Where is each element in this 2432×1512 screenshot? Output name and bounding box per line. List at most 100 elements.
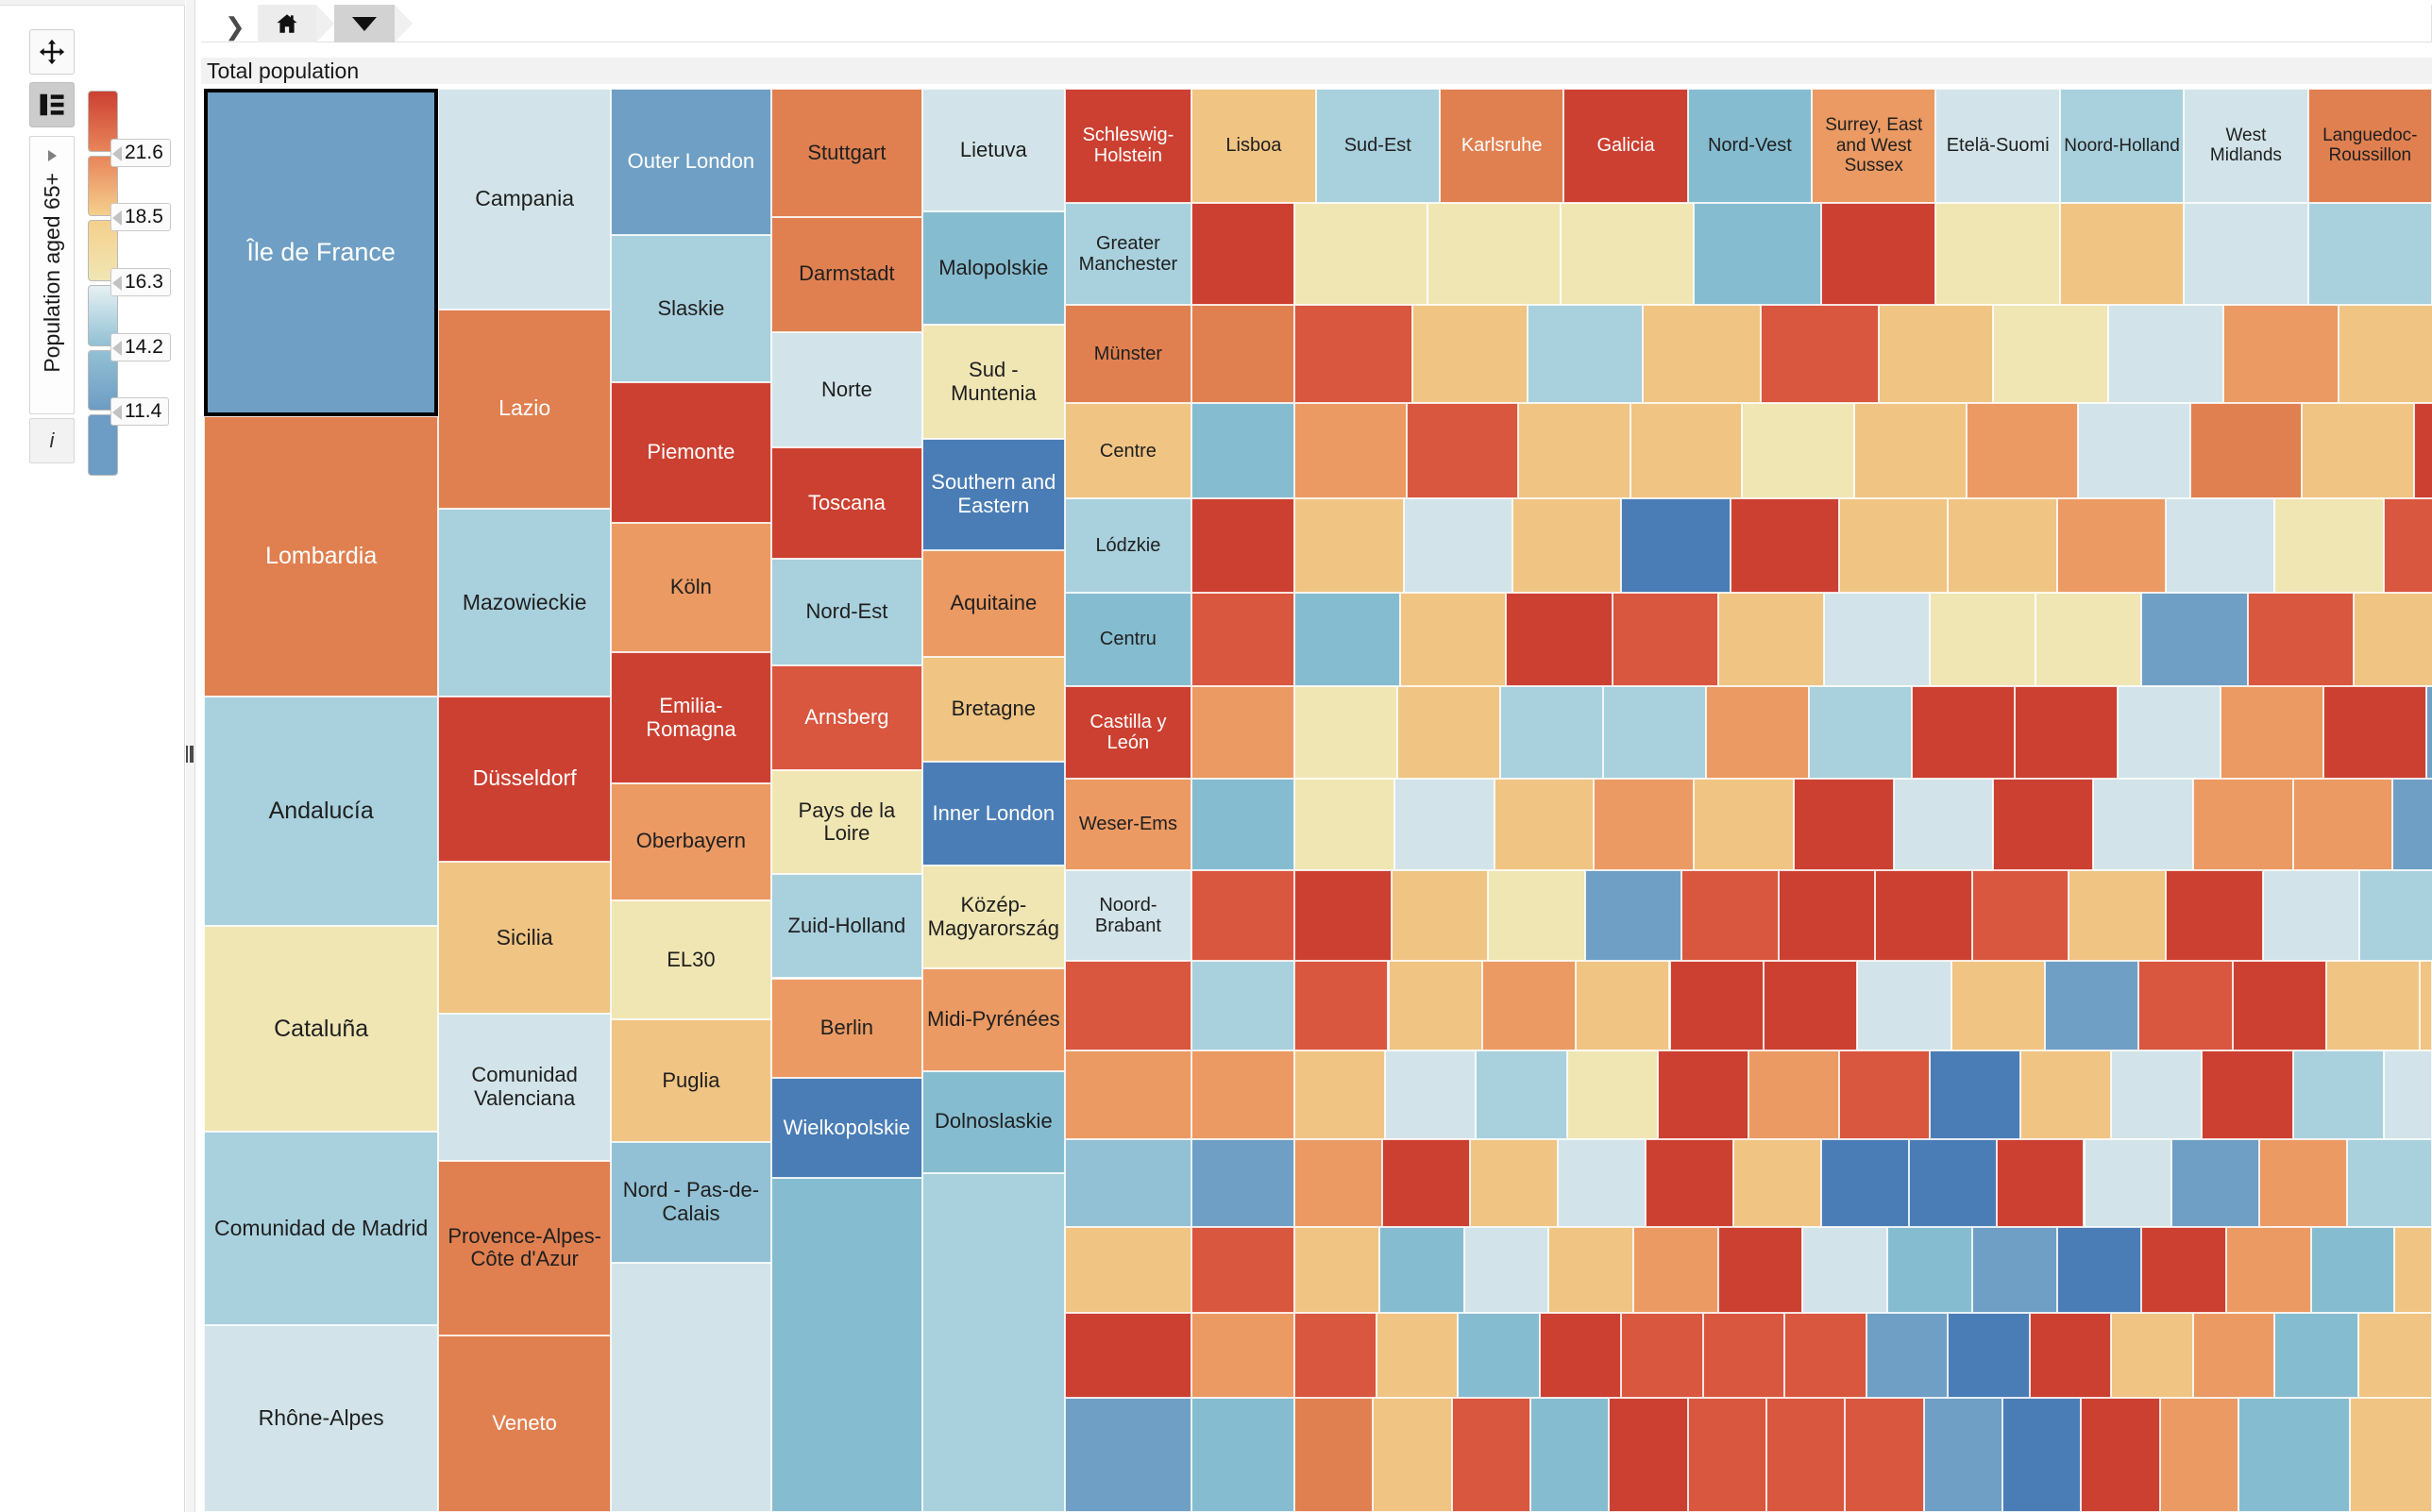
treemap-tile[interactable] xyxy=(1451,1398,1531,1512)
treemap-tile[interactable] xyxy=(2383,498,2432,593)
treemap-tile[interactable] xyxy=(1887,1227,1972,1313)
treemap-tile-wielkopolskie[interactable]: Wielkopolskie xyxy=(770,1078,923,1178)
treemap-tile[interactable] xyxy=(1612,592,1718,687)
expand-chevron-icon[interactable]: ❯ xyxy=(225,12,245,42)
treemap-tile[interactable] xyxy=(1633,1227,1718,1313)
treemap-tile-berlin[interactable]: Berlin xyxy=(770,978,923,1079)
treemap-tile[interactable] xyxy=(1539,1312,1622,1399)
treemap-tile[interactable] xyxy=(1378,1227,1464,1313)
treemap-tile[interactable] xyxy=(2259,1138,2348,1228)
treemap-tile-midi-pyr-n-es[interactable]: Midi-Pyrénées xyxy=(922,967,1065,1071)
treemap-tile[interactable] xyxy=(1488,869,1585,962)
treemap-tile[interactable] xyxy=(1191,1050,1295,1139)
breadcrumb-dropdown-button[interactable] xyxy=(334,5,413,42)
treemap-tile[interactable] xyxy=(2029,1312,2112,1399)
treemap-tile-aquitaine[interactable]: Aquitaine xyxy=(922,549,1065,657)
treemap-tile[interactable] xyxy=(2357,1312,2432,1399)
treemap-tile-sicilia[interactable]: Sicilia xyxy=(438,861,611,1015)
treemap-tile[interactable] xyxy=(1908,1138,1997,1228)
treemap-tile[interactable] xyxy=(1064,1398,1192,1512)
treemap-tile[interactable] xyxy=(1742,403,1854,499)
treemap-tile-k-z-p-magyarorsz-g[interactable]: Közép-Magyarország xyxy=(922,865,1065,968)
treemap-tile[interactable] xyxy=(2111,1050,2203,1139)
treemap-tile[interactable] xyxy=(2238,1398,2350,1512)
treemap-tile[interactable] xyxy=(1458,1312,1540,1399)
treemap-tile-comunidad-valenciana[interactable]: Comunidad Valenciana xyxy=(438,1014,611,1161)
treemap-tile[interactable] xyxy=(2111,1312,2193,1399)
treemap-tile-d-sseldorf[interactable]: Düsseldorf xyxy=(438,696,611,862)
treemap-tile[interactable] xyxy=(1966,403,2079,499)
treemap-tile-zuid-holland[interactable]: Zuid-Holland xyxy=(770,874,923,979)
treemap-tile-piemonte[interactable]: Piemonte xyxy=(610,381,771,523)
treemap-tile[interactable] xyxy=(1382,1138,1470,1228)
treemap-tile[interactable] xyxy=(1748,1050,1839,1139)
treemap-tile[interactable] xyxy=(2347,1138,2432,1228)
treemap-tile[interactable] xyxy=(1669,961,1764,1051)
treemap-tile[interactable] xyxy=(2166,498,2275,593)
treemap-tile[interactable] xyxy=(1191,1227,1295,1313)
legend-tool-button[interactable] xyxy=(29,82,75,127)
treemap-tile-k-ln[interactable]: Köln xyxy=(610,522,771,653)
treemap-tile-l-dzkie[interactable]: Lódzkie xyxy=(1064,498,1192,593)
treemap-tile-pays-de-la-loire[interactable]: Pays de la Loire xyxy=(770,770,923,875)
treemap-tile[interactable] xyxy=(2117,686,2221,780)
treemap-tile[interactable] xyxy=(1621,498,1731,593)
treemap-tile[interactable] xyxy=(2069,869,2166,962)
treemap-tile[interactable] xyxy=(1717,1227,1803,1313)
treemap-tile[interactable] xyxy=(2425,686,2432,780)
treemap-tile[interactable] xyxy=(2001,1398,2082,1512)
treemap-tile[interactable] xyxy=(1576,961,1670,1051)
treemap-tile[interactable] xyxy=(1191,869,1295,962)
treemap-tile[interactable] xyxy=(1403,498,1512,593)
treemap-tile[interactable] xyxy=(1823,592,1931,687)
treemap-tile[interactable] xyxy=(1191,403,1295,499)
treemap-tile[interactable] xyxy=(1971,1227,2057,1313)
treemap-tile[interactable] xyxy=(1808,686,1912,780)
treemap-tile[interactable] xyxy=(1993,305,2109,404)
treemap-tile[interactable] xyxy=(2292,779,2393,870)
treemap-tile[interactable] xyxy=(1191,961,1295,1051)
treemap-tile[interactable] xyxy=(2349,1398,2432,1512)
treemap-tile[interactable] xyxy=(1694,202,1821,306)
treemap-tile[interactable] xyxy=(2262,869,2360,962)
treemap-chart[interactable]: Île de France Lombardia Andalucía Cataluña C… xyxy=(204,89,2432,1512)
treemap-tile[interactable] xyxy=(2383,1050,2432,1139)
treemap-tile[interactable] xyxy=(1191,592,1295,687)
treemap-tile[interactable] xyxy=(1993,779,2094,870)
legend-break-value[interactable]: 18.5 xyxy=(110,203,171,232)
treemap-tile[interactable] xyxy=(1548,1227,1634,1313)
treemap-tile[interactable] xyxy=(1557,1138,1646,1228)
panel-splitter-grip[interactable] xyxy=(186,746,194,763)
treemap-tile[interactable] xyxy=(1866,1312,1949,1399)
treemap-tile-darmstadt[interactable]: Darmstadt xyxy=(770,216,923,332)
treemap-tile[interactable] xyxy=(1911,686,2015,780)
treemap-tile-centre[interactable]: Centre xyxy=(1064,403,1192,499)
treemap-tile[interactable] xyxy=(1923,1398,2002,1512)
treemap-tile[interactable] xyxy=(1566,1050,1658,1139)
treemap-tile[interactable] xyxy=(1064,961,1192,1051)
treemap-tile-west-midlands[interactable]: West Midlands xyxy=(2184,89,2308,203)
treemap-tile[interactable] xyxy=(1191,305,1295,404)
treemap-tile[interactable] xyxy=(2192,779,2293,870)
treemap-tile-inner-london[interactable]: Inner London xyxy=(922,762,1065,866)
treemap-tile[interactable] xyxy=(1294,498,1404,593)
treemap-tile[interactable] xyxy=(1294,869,1392,962)
treemap-tile-slaskie[interactable]: Slaskie xyxy=(610,235,771,382)
treemap-tile[interactable] xyxy=(1294,403,1407,499)
treemap-tile-centru[interactable]: Centru xyxy=(1064,592,1192,687)
treemap-tile-provence-alpes-c-te-d-azur[interactable]: Provence-Alpes-Côte d'Azur xyxy=(438,1160,611,1336)
treemap-tile[interactable] xyxy=(1935,202,2060,306)
treemap-tile[interactable] xyxy=(1838,1050,1931,1139)
treemap-tile-schleswig-holstein[interactable]: Schleswig-Holstein xyxy=(1064,89,1192,203)
treemap-tile[interactable] xyxy=(2222,305,2339,404)
treemap-tile[interactable] xyxy=(1391,869,1489,962)
treemap-tile[interactable] xyxy=(2166,869,2263,962)
treemap-tile-m-nster[interactable]: Münster xyxy=(1064,305,1192,404)
treemap-tile[interactable] xyxy=(1294,1050,1386,1139)
treemap-tile[interactable] xyxy=(2413,403,2432,499)
treemap-tile[interactable] xyxy=(1702,1312,1785,1399)
treemap-tile[interactable] xyxy=(1717,592,1824,687)
legend-title-panel[interactable]: Population aged 65+ xyxy=(29,136,75,414)
treemap-tile[interactable] xyxy=(1427,202,1562,306)
treemap-tile[interactable] xyxy=(1294,686,1398,780)
